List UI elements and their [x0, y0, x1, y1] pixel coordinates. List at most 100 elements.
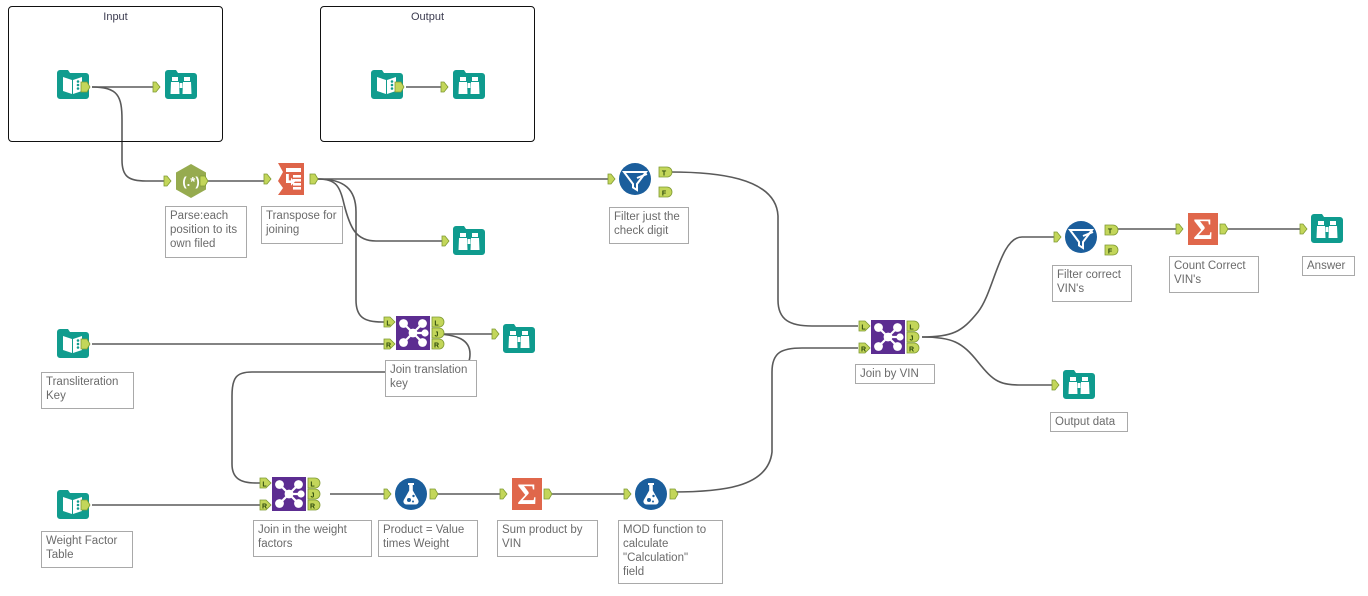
svg-text:R: R [262, 503, 267, 510]
flask-icon [395, 478, 427, 510]
binoculars-icon [503, 324, 535, 353]
label-summarize-sum: Sum product by VIN [497, 520, 598, 557]
label-join-translation-key: Join translation key [385, 360, 477, 397]
node-join-by-vin[interactable] [869, 318, 907, 356]
binoculars-icon [453, 70, 485, 99]
label-browse-answer: Answer [1302, 256, 1355, 276]
sigma-icon: Σ [512, 478, 542, 511]
node-summarize-sum[interactable]: Σ [508, 475, 546, 513]
input-port-right-join-weight-factors[interactable]: R [259, 499, 272, 511]
join-icon [272, 477, 306, 511]
svg-text:R: R [386, 342, 391, 349]
label-join-by-vin: Join by VIN [855, 364, 935, 384]
node-formula-mod[interactable] [632, 475, 670, 513]
svg-text:R: R [909, 346, 914, 353]
node-browse-input[interactable] [162, 66, 200, 104]
flask-icon [635, 478, 667, 510]
input-port-summarize-count[interactable] [1175, 223, 1186, 235]
output-port-false-filter-correct-vins[interactable]: F [1104, 244, 1119, 256]
input-port-right-join-by-vin[interactable]: R [858, 342, 871, 354]
input-port-browse-join-translit[interactable] [491, 328, 502, 340]
output-port-false-filter-check-digit[interactable]: F [658, 186, 673, 198]
node-join-weight-factors[interactable] [270, 475, 308, 513]
svg-text:L: L [262, 481, 267, 488]
input-port-regex-parse[interactable] [163, 175, 174, 187]
input-port-filter-check-digit[interactable] [607, 173, 618, 185]
node-join-translation-key[interactable] [394, 314, 432, 352]
output-port-input-vin[interactable] [80, 81, 91, 93]
label-transpose: Transpose for joining [261, 206, 343, 244]
input-port-browse-output-data[interactable] [1051, 379, 1062, 391]
filter-icon [1065, 221, 1097, 253]
workflow-canvas[interactable]: Input Output (.*) Parse:each position to… [0, 0, 1368, 596]
node-filter-correct-vins[interactable] [1062, 218, 1100, 256]
output-port-input-translit-key[interactable] [80, 338, 91, 350]
node-summarize-count[interactable]: Σ [1184, 210, 1222, 248]
output-port-true-filter-correct-vins[interactable]: T [1104, 224, 1119, 236]
output-port-regex-parse[interactable] [199, 175, 210, 187]
node-formula-product[interactable] [392, 475, 430, 513]
binoculars-icon [165, 70, 197, 99]
input-port-formula-mod[interactable] [623, 488, 634, 500]
node-browse-answer[interactable] [1308, 210, 1346, 248]
label-join-weight-factors: Join in the weight factors [253, 520, 372, 557]
join-icon [871, 320, 905, 354]
node-browse-transpose[interactable] [450, 222, 488, 260]
sigma-icon: Σ [1188, 213, 1218, 246]
label-formula-mod: MOD function to calculate "Calculation" … [618, 520, 723, 584]
svg-text:T: T [662, 170, 667, 177]
output-port-right-join-weight-factors[interactable]: R [307, 499, 321, 511]
node-transpose[interactable] [272, 160, 310, 198]
output-port-formula-mod[interactable] [669, 488, 680, 500]
label-browse-output-data: Output data [1050, 412, 1128, 432]
node-browse-output-sample[interactable] [450, 66, 488, 104]
input-port-transpose[interactable] [263, 173, 274, 185]
svg-text:Σ: Σ [1193, 213, 1213, 246]
svg-text:T: T [1108, 228, 1113, 235]
binoculars-icon [1311, 214, 1343, 243]
input-port-browse-answer[interactable] [1299, 223, 1310, 235]
svg-text:F: F [1108, 248, 1113, 255]
container-output-title: Output [410, 11, 445, 23]
container-input-title: Input [103, 11, 128, 23]
output-port-right-join-by-vin[interactable]: R [906, 342, 920, 354]
input-port-summarize-sum[interactable] [499, 488, 510, 500]
output-port-transpose[interactable] [309, 173, 320, 185]
filter-icon [619, 163, 651, 195]
label-filter-check-digit: Filter just the check digit [609, 207, 689, 244]
svg-text:L: L [386, 320, 391, 327]
input-port-left-join-translation-key[interactable]: L [383, 316, 396, 328]
output-port-right-join-translation-key[interactable]: R [431, 338, 445, 350]
input-port-browse-output-sample[interactable] [440, 81, 451, 93]
node-browse-join-translit[interactable] [500, 320, 538, 358]
join-icon [396, 316, 430, 350]
svg-text:F: F [662, 190, 667, 197]
node-browse-output-data[interactable] [1060, 366, 1098, 404]
container-output[interactable]: Output [320, 6, 535, 142]
binoculars-icon [453, 226, 485, 255]
label-input-translit-key: Transliteration Key [41, 372, 134, 409]
svg-text:R: R [861, 346, 866, 353]
label-regex-parse: Parse:each position to its own filed [165, 206, 247, 258]
node-filter-check-digit[interactable] [616, 160, 654, 198]
output-port-summarize-sum[interactable] [543, 488, 554, 500]
svg-text:L: L [861, 324, 866, 331]
input-port-right-join-translation-key[interactable]: R [383, 338, 396, 350]
output-port-input-weight-factor[interactable] [80, 499, 91, 511]
input-port-left-join-by-vin[interactable]: L [858, 320, 871, 332]
output-port-summarize-count[interactable] [1219, 223, 1230, 235]
svg-text:R: R [310, 503, 315, 510]
output-port-formula-product[interactable] [429, 488, 440, 500]
input-port-left-join-weight-factors[interactable]: L [259, 477, 272, 489]
output-port-true-filter-check-digit[interactable]: T [658, 166, 673, 178]
label-input-weight-factor: Weight Factor Table [41, 531, 133, 568]
input-port-filter-correct-vins[interactable] [1053, 231, 1064, 243]
input-port-formula-product[interactable] [383, 488, 394, 500]
label-formula-product: Product = Value times Weight [378, 520, 478, 557]
output-port-input-output-sample[interactable] [394, 81, 405, 93]
transpose-icon [278, 163, 304, 195]
input-port-browse-input[interactable] [152, 81, 163, 93]
input-port-browse-transpose[interactable] [441, 235, 452, 247]
svg-text:(.*): (.*) [182, 174, 199, 189]
svg-text:R: R [434, 342, 439, 349]
